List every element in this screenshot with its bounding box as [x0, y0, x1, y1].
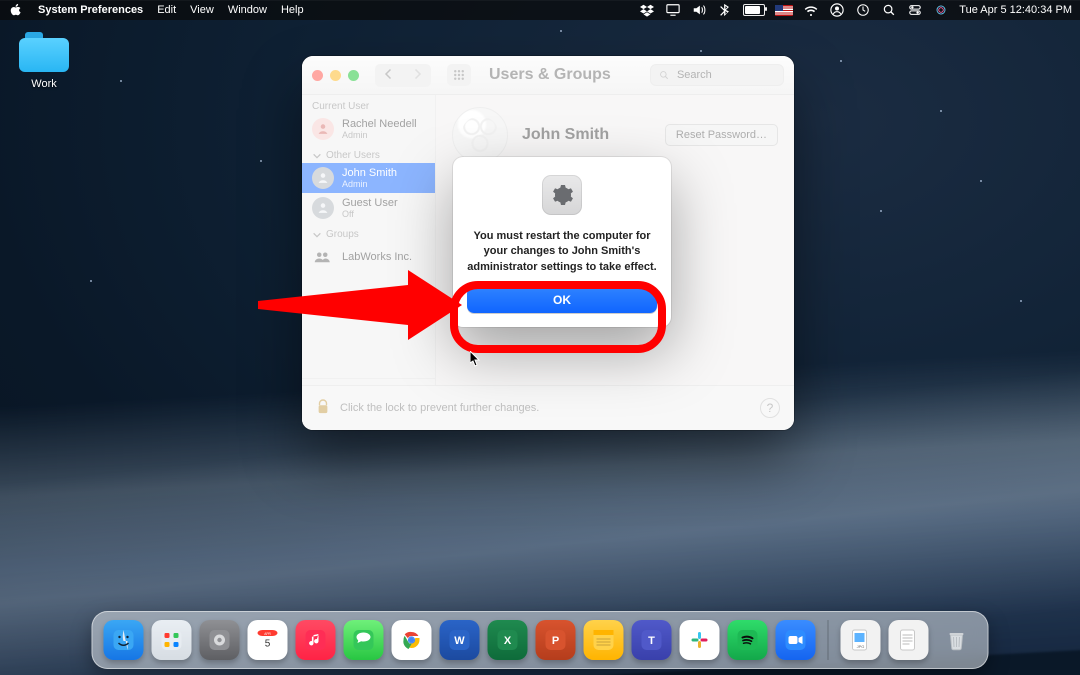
dock: APR 5 W X P T JPG	[92, 611, 989, 669]
dock-item-excel[interactable]: X	[488, 620, 528, 660]
sidebar-user-name: John Smith	[342, 167, 397, 179]
folder-icon	[19, 32, 69, 72]
ok-button[interactable]: OK	[467, 287, 657, 313]
close-button[interactable]	[312, 70, 323, 81]
spotlight-icon[interactable]	[881, 2, 897, 18]
users-sidebar: Current User Rachel Needell Admin Other …	[302, 95, 436, 430]
svg-text:5: 5	[265, 639, 271, 650]
svg-text:T: T	[648, 635, 655, 647]
desktop: System Preferences Edit View Window Help…	[0, 0, 1080, 675]
dropbox-icon[interactable]	[639, 2, 655, 18]
dock-item-word[interactable]: W	[440, 620, 480, 660]
dock-item-calendar[interactable]: APR 5	[248, 620, 288, 660]
nav-back-forward	[375, 64, 431, 87]
restart-required-dialog: You must restart the computer for your c…	[453, 157, 671, 327]
apple-menu-icon[interactable]	[8, 2, 24, 18]
dock-item-system-preferences[interactable]	[200, 620, 240, 660]
user-name-heading: John Smith	[522, 126, 609, 144]
dock-item-music[interactable]	[296, 620, 336, 660]
control-center-icon[interactable]	[907, 2, 923, 18]
dock-item-trash[interactable]	[937, 620, 977, 660]
show-all-button[interactable]	[447, 64, 471, 86]
bluetooth-icon[interactable]	[717, 2, 733, 18]
menu-window[interactable]: Window	[228, 4, 267, 16]
sidebar-user-role: Off	[342, 209, 398, 219]
svg-text:P: P	[552, 635, 559, 647]
sidebar-user-name: Guest User	[342, 197, 398, 209]
user-fast-switch-icon[interactable]	[829, 2, 845, 18]
user-avatar-icon	[312, 167, 334, 189]
dock-item-messages[interactable]	[344, 620, 384, 660]
svg-text:APR: APR	[264, 632, 271, 636]
dock-item-zoom[interactable]	[776, 620, 816, 660]
svg-text:X: X	[504, 635, 512, 647]
svg-text:W: W	[454, 635, 465, 647]
sidebar-section-other[interactable]: Other Users	[302, 144, 435, 163]
group-icon	[312, 246, 334, 268]
menu-view[interactable]: View	[190, 4, 214, 16]
menu-clock[interactable]: Tue Apr 5 12:40:34 PM	[959, 4, 1072, 16]
dock-item-slack[interactable]	[680, 620, 720, 660]
back-button[interactable]	[375, 64, 403, 87]
menu-help[interactable]: Help	[281, 4, 304, 16]
dock-item-spotify[interactable]	[728, 620, 768, 660]
sidebar-current-user[interactable]: Rachel Needell Admin	[302, 114, 435, 144]
annotation-arrow	[258, 270, 468, 340]
window-title: Users & Groups	[489, 66, 611, 84]
reset-password-button[interactable]: Reset Password…	[665, 124, 778, 146]
dock-item-teams[interactable]: T	[632, 620, 672, 660]
chevron-down-icon	[312, 230, 322, 240]
help-button[interactable]: ?	[760, 398, 780, 418]
user-avatar-icon	[312, 118, 334, 140]
user-avatar-large[interactable]	[452, 107, 508, 163]
clock-sync-icon[interactable]	[855, 2, 871, 18]
chevron-down-icon	[312, 151, 322, 161]
dock-item-document-jpg[interactable]: JPG	[841, 620, 881, 660]
minimize-button[interactable]	[330, 70, 341, 81]
dock-item-document-note[interactable]	[889, 620, 929, 660]
search-input[interactable]	[675, 68, 775, 82]
dialog-message: You must restart the computer for your c…	[467, 229, 657, 275]
zoom-button[interactable]	[348, 70, 359, 81]
window-titlebar: Users & Groups	[302, 56, 794, 95]
search-box[interactable]	[650, 64, 784, 86]
dock-separator	[828, 620, 829, 660]
siri-icon[interactable]	[933, 2, 949, 18]
desktop-folder-label: Work	[14, 78, 74, 90]
sidebar-user-role: Admin	[342, 179, 397, 189]
search-icon	[659, 69, 669, 81]
sidebar-user-item[interactable]: Guest User Off	[302, 193, 435, 223]
menu-app-name[interactable]: System Preferences	[38, 4, 143, 16]
dock-item-powerpoint[interactable]: P	[536, 620, 576, 660]
screen-mirroring-icon[interactable]	[665, 2, 681, 18]
system-preferences-icon	[542, 175, 582, 215]
sidebar-section-groups[interactable]: Groups	[302, 223, 435, 242]
dock-item-chrome[interactable]	[392, 620, 432, 660]
wifi-icon[interactable]	[803, 2, 819, 18]
dock-item-finder[interactable]	[104, 620, 144, 660]
sidebar-group-name: LabWorks Inc.	[342, 251, 412, 263]
lock-bar: Click the lock to prevent further change…	[302, 385, 794, 430]
sidebar-user-item[interactable]: John Smith Admin	[302, 163, 435, 193]
sidebar-current-user-role: Admin	[342, 130, 417, 140]
svg-text:JPG: JPG	[857, 644, 865, 649]
lock-text: Click the lock to prevent further change…	[340, 402, 539, 414]
dock-item-launchpad[interactable]	[152, 620, 192, 660]
mouse-cursor-icon	[470, 351, 484, 372]
desktop-folder-work[interactable]: Work	[14, 32, 74, 90]
sidebar-current-user-name: Rachel Needell	[342, 118, 417, 130]
input-source-us-icon[interactable]	[775, 5, 793, 16]
dock-item-notes[interactable]	[584, 620, 624, 660]
window-traffic-lights	[312, 70, 359, 81]
user-avatar-icon	[312, 197, 334, 219]
menu-edit[interactable]: Edit	[157, 4, 176, 16]
sidebar-group-item[interactable]: LabWorks Inc.	[302, 242, 435, 272]
menu-bar: System Preferences Edit View Window Help…	[0, 0, 1080, 20]
lock-icon[interactable]	[316, 398, 330, 419]
forward-button[interactable]	[403, 64, 431, 87]
sidebar-section-current: Current User	[302, 95, 435, 114]
battery-icon[interactable]	[743, 4, 765, 16]
volume-icon[interactable]	[691, 2, 707, 18]
